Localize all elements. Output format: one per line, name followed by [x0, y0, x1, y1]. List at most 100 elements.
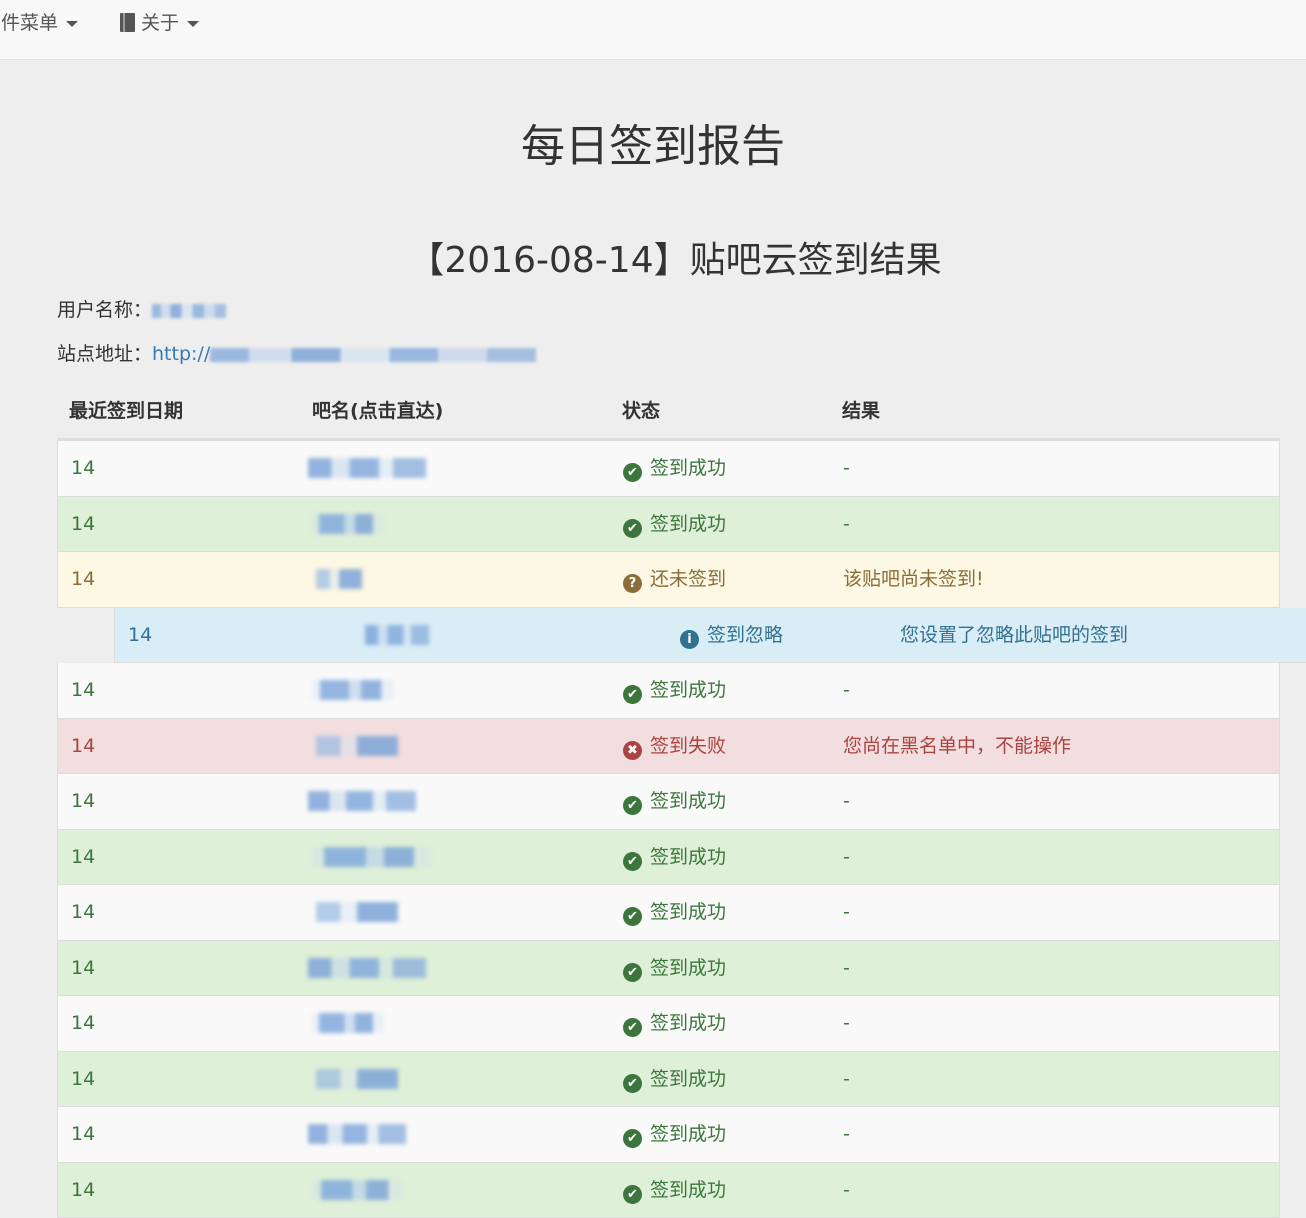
table-row: 14✔签到成功- — [57, 996, 1280, 1052]
plugin-menu-dropdown[interactable]: 插件菜单 — [0, 0, 78, 48]
row-date: 14 — [71, 663, 95, 717]
top-navbar: 插件菜单 关于 — [0, 0, 1306, 60]
row-result: - — [843, 830, 850, 884]
site-address-line: 站点地址：http:// — [57, 340, 536, 368]
row-result: - — [843, 1107, 850, 1161]
row-status: ✔签到成功 — [623, 941, 726, 995]
check-circle-icon: ✔ — [623, 1018, 642, 1037]
row-result: 该贴吧尚未签到! — [843, 552, 984, 606]
row-status: ✔ 签到成功 — [623, 663, 726, 717]
check-circle-icon: ✔ — [623, 685, 642, 704]
row-result: - — [843, 1052, 850, 1106]
check-circle-icon: ✔ — [623, 907, 642, 926]
check-circle-icon: ✔ — [623, 519, 642, 538]
table-row: 14✔签到成功- — [57, 830, 1280, 886]
table-row: 14?还未签到该贴吧尚未签到! — [57, 552, 1280, 608]
row-status: ✔ 签到成功 — [623, 830, 726, 884]
site-url-redacted — [210, 348, 536, 362]
row-result: - — [843, 663, 850, 717]
row-status: ? 还未签到 — [623, 552, 726, 606]
site-address-link[interactable]: http:// — [152, 343, 536, 365]
header-status: 状态 — [622, 396, 660, 423]
row-status-label: 签到成功 — [650, 457, 726, 479]
row-bar-name-link-redacted[interactable] — [308, 511, 438, 537]
check-circle-icon: ✔ — [623, 1129, 642, 1148]
row-bar-name-link-redacted[interactable] — [308, 677, 438, 703]
row-result: 您尚在黑名单中，不能操作 — [843, 719, 1071, 773]
about-label: 关于 — [141, 12, 179, 34]
caret-down-icon — [187, 21, 199, 27]
row-status-label: 签到成功 — [650, 846, 726, 868]
check-circle-icon: ✔ — [623, 1185, 642, 1204]
table-row: 14 ✔ 签到成功 - — [57, 497, 1280, 553]
table-row: 14✖签到失败您尚在黑名单中，不能操作 — [57, 719, 1280, 775]
row-bar-name-link-redacted[interactable] — [365, 622, 495, 648]
row-status: ✔签到成功 — [623, 1163, 726, 1217]
site-address-label: 站点地址： — [57, 343, 152, 365]
table-row: 14 i 签到忽略 您设置了忽略此贴吧的签到 — [114, 608, 1306, 664]
header-result: 结果 — [842, 396, 880, 423]
row-date: 14 — [71, 941, 95, 995]
row-date: 14 — [71, 497, 95, 551]
row-result: - — [843, 1163, 850, 1217]
row-date: 14 — [71, 996, 95, 1050]
check-circle-icon: ✔ — [623, 852, 642, 871]
row-status: ✔签到成功 — [623, 441, 726, 495]
row-bar-name-link-redacted[interactable] — [308, 566, 438, 592]
plugin-menu-label: 插件菜单 — [0, 12, 58, 34]
row-bar-name-link-redacted[interactable] — [308, 1066, 438, 1092]
row-result: - — [843, 941, 850, 995]
row-bar-name-link-redacted[interactable] — [308, 455, 438, 481]
row-status-label: 还未签到 — [650, 568, 726, 590]
row-status: ✔签到成功 — [623, 774, 726, 828]
user-name-value-redacted — [152, 304, 226, 318]
row-status-label: 签到成功 — [650, 957, 726, 979]
row-status-label: 签到成功 — [650, 1123, 726, 1145]
row-result: 您设置了忽略此贴吧的签到 — [900, 608, 1128, 662]
row-bar-name-link-redacted[interactable] — [308, 1121, 438, 1147]
check-circle-icon: ✔ — [623, 1074, 642, 1093]
row-status-label: 签到忽略 — [707, 624, 783, 646]
row-status-label: 签到成功 — [650, 679, 726, 701]
table-row: 14✔签到成功- — [57, 1163, 1280, 1218]
row-bar-name-link-redacted[interactable] — [308, 844, 438, 870]
row-date: 14 — [71, 885, 95, 939]
row-status: ✔ 签到成功 — [623, 996, 726, 1050]
table-row: 14✔签到成功- — [57, 885, 1280, 941]
about-dropdown[interactable]: 关于 — [120, 0, 199, 48]
table-row: 14✔签到成功- — [57, 774, 1280, 830]
row-bar-name-link-redacted[interactable] — [308, 733, 438, 759]
row-status: ✖签到失败 — [623, 719, 726, 773]
row-status: ✔ 签到成功 — [623, 885, 726, 939]
row-bar-name-link-redacted[interactable] — [308, 955, 438, 981]
table-row: 14 ✔ 签到成功 - — [57, 663, 1280, 719]
row-date: 14 — [71, 1052, 95, 1106]
row-bar-name-link-redacted[interactable] — [308, 1010, 438, 1036]
row-bar-name-link-redacted[interactable] — [308, 899, 438, 925]
row-status: ✔ 签到成功 — [623, 1052, 726, 1106]
row-date: 14 — [128, 608, 152, 662]
header-bar-name: 吧名(点击直达) — [312, 396, 443, 423]
row-status-label: 签到成功 — [650, 901, 726, 923]
info-circle-icon: i — [680, 630, 699, 649]
user-name-line: 用户名称： — [57, 296, 226, 324]
row-date: 14 — [71, 1107, 95, 1161]
caret-down-icon — [66, 21, 78, 27]
row-status-label: 签到失败 — [650, 735, 726, 757]
table-row: 14 ✔ 签到成功 - — [57, 1107, 1280, 1163]
table-row: 14✔签到成功- — [57, 441, 1280, 497]
row-date: 14 — [71, 774, 95, 828]
row-bar-name-link-redacted[interactable] — [308, 788, 438, 814]
question-circle-icon: ? — [623, 574, 642, 593]
row-bar-name-link-redacted[interactable] — [308, 1177, 438, 1203]
table-row: 14 ✔签到成功 - — [57, 941, 1280, 997]
book-icon — [120, 13, 135, 32]
row-result: - — [843, 497, 850, 551]
row-date: 14 — [71, 441, 95, 495]
row-status-label: 签到成功 — [650, 1012, 726, 1034]
row-status-label: 签到成功 — [650, 1068, 726, 1090]
row-status: ✔ 签到成功 — [623, 1107, 726, 1161]
row-status-label: 签到成功 — [650, 790, 726, 812]
row-status-label: 签到成功 — [650, 513, 726, 535]
header-date: 最近签到日期 — [69, 396, 183, 423]
